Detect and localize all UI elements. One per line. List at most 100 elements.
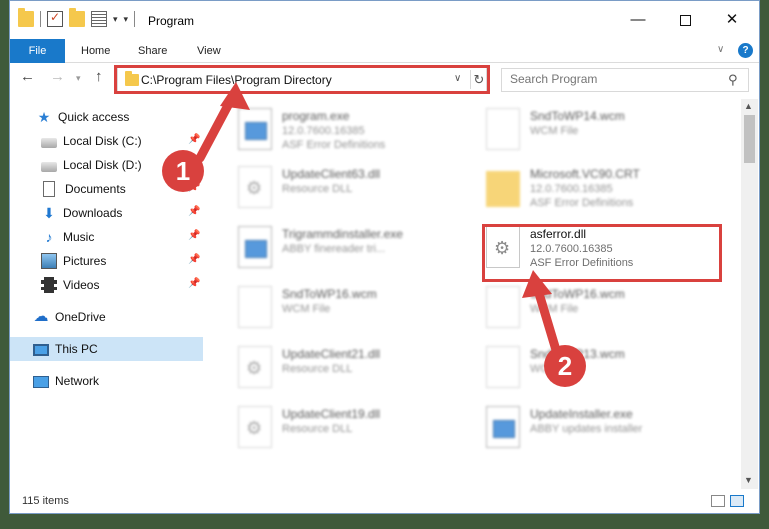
tab-home[interactable]: Home bbox=[67, 39, 124, 63]
file-description: ASF Error Definitions bbox=[282, 139, 386, 151]
file-version: 12.0.7600.16385 bbox=[282, 125, 365, 137]
videos-icon bbox=[41, 277, 57, 293]
sidebar-item-pictures[interactable]: Pictures 📌 bbox=[10, 249, 203, 273]
tab-file[interactable]: File bbox=[10, 39, 65, 63]
file-name: SndToWP16.wcm bbox=[282, 287, 377, 301]
file-item[interactable]: SndToWP13.wcm WCM File bbox=[478, 339, 723, 395]
disk-icon bbox=[41, 137, 57, 148]
tab-share[interactable]: Share bbox=[124, 39, 181, 63]
folder-icon bbox=[18, 8, 34, 27]
file-item[interactable]: SndToWP14.wcm WCM File bbox=[478, 101, 723, 157]
music-icon: ♪ bbox=[45, 229, 53, 245]
cloud-icon: ☁ bbox=[33, 308, 49, 325]
file-item[interactable]: Trigrammdinstaller.exe ABBY finereader t… bbox=[230, 219, 475, 275]
sidebar-item-network[interactable]: Network bbox=[10, 369, 203, 393]
maximize-button[interactable] bbox=[662, 9, 708, 31]
file-name: program.exe bbox=[282, 109, 350, 123]
file-name: UpdateClient63.dll bbox=[282, 167, 381, 181]
sidebar-item-label: Local Disk (C:) bbox=[63, 134, 142, 148]
help-button[interactable]: ? bbox=[738, 43, 753, 58]
ribbon-tabs: File Home Share View ∨ ? bbox=[10, 39, 759, 63]
file-version: Resource DLL bbox=[282, 183, 353, 195]
sidebar-item-downloads[interactable]: ⬇ Downloads 📌 bbox=[10, 201, 203, 225]
file-version: WCM File bbox=[282, 303, 331, 315]
sidebar-item-music[interactable]: ♪ Music 📌 bbox=[10, 225, 203, 249]
pictures-icon bbox=[41, 253, 57, 269]
item-count: 115 items bbox=[22, 495, 69, 507]
folder-icon bbox=[486, 171, 520, 207]
customize-toolbar-icon[interactable] bbox=[91, 11, 107, 27]
file-item[interactable]: UpdateClient19.dll Resource DLL bbox=[230, 399, 475, 455]
quick-access-toolbar: ▾ ▾ bbox=[18, 8, 136, 27]
properties-icon[interactable] bbox=[47, 10, 63, 27]
new-folder-icon[interactable] bbox=[69, 8, 85, 27]
dll-file-icon bbox=[238, 166, 272, 208]
minimize-button[interactable]: — bbox=[615, 9, 661, 31]
sidebar-item-label: Downloads bbox=[63, 206, 123, 220]
file-item[interactable]: UpdateInstaller.exe ABBY updates install… bbox=[478, 399, 723, 455]
title-bar: ▾ ▾ Program — ✕ bbox=[10, 1, 759, 39]
navigation-bar: ← → ▾ ↑ C:\Program Files\Program Directo… bbox=[10, 64, 759, 96]
details-view-icon[interactable] bbox=[711, 495, 725, 507]
file-item[interactable]: program.exe 12.0.7600.16385 ASF Error De… bbox=[230, 101, 475, 157]
file-item[interactable]: SndToWP16.wcm WCM File bbox=[230, 279, 475, 335]
computer-icon bbox=[33, 344, 49, 356]
customize-qat-icon[interactable]: ▾ bbox=[124, 14, 129, 25]
tab-view[interactable]: View bbox=[183, 39, 235, 63]
sidebar-item-quick-access[interactable]: ★ Quick access bbox=[10, 105, 203, 129]
recent-locations-icon[interactable]: ▾ bbox=[76, 73, 81, 84]
expand-ribbon-icon[interactable]: ∨ bbox=[717, 44, 724, 55]
file-item[interactable]: UpdateClient63.dll Resource DLL bbox=[230, 159, 475, 215]
chevron-down-icon[interactable]: ▾ bbox=[113, 14, 118, 25]
pin-icon[interactable]: 📌 bbox=[188, 230, 200, 241]
disk-icon bbox=[41, 161, 57, 172]
search-input[interactable] bbox=[510, 72, 710, 86]
file-name: Microsoft.VC90.CRT bbox=[530, 167, 640, 181]
executable-icon bbox=[238, 108, 272, 150]
pin-icon[interactable]: 📌 bbox=[188, 134, 200, 145]
toolbar-divider bbox=[134, 11, 136, 27]
file-icon bbox=[486, 108, 520, 150]
back-button[interactable]: ← bbox=[20, 68, 35, 85]
window-title: Program bbox=[148, 14, 195, 28]
forward-button[interactable]: → bbox=[50, 68, 65, 85]
status-bar: 115 items bbox=[10, 491, 759, 513]
sidebar-item-onedrive[interactable]: ☁ OneDrive bbox=[10, 305, 203, 329]
close-button[interactable]: ✕ bbox=[709, 9, 755, 31]
vertical-scrollbar[interactable]: ▲ ▼ bbox=[741, 99, 758, 489]
file-version: 12.0.7600.16385 bbox=[530, 183, 613, 195]
scroll-thumb[interactable] bbox=[744, 115, 755, 163]
network-icon bbox=[33, 376, 49, 388]
file-item[interactable]: UpdateClient21.dll Resource DLL bbox=[230, 339, 475, 395]
star-icon: ★ bbox=[37, 109, 51, 125]
file-description: ASF Error Definitions bbox=[530, 197, 634, 209]
sidebar-item-label: Music bbox=[63, 230, 95, 244]
file-version: ABBY finereader tri... bbox=[282, 243, 386, 255]
search-icon[interactable]: ⚲ bbox=[728, 72, 738, 88]
file-version: Resource DLL bbox=[282, 423, 353, 435]
file-highlight-box bbox=[482, 224, 722, 282]
file-item[interactable]: Microsoft.VC90.CRT 12.0.7600.16385 ASF E… bbox=[478, 159, 723, 215]
pin-icon[interactable]: 📌 bbox=[188, 206, 200, 217]
sidebar-item-videos[interactable]: Videos 📌 bbox=[10, 273, 203, 297]
dll-file-icon bbox=[238, 346, 272, 388]
executable-icon bbox=[486, 406, 520, 448]
file-name: Trigrammdinstaller.exe bbox=[282, 227, 403, 241]
pin-icon[interactable]: 📌 bbox=[188, 254, 200, 265]
search-box[interactable]: ⚲ bbox=[501, 68, 749, 92]
up-button[interactable]: ↑ bbox=[95, 68, 103, 85]
document-icon bbox=[43, 181, 55, 197]
file-item[interactable]: SndToWP16.wcm WCM File bbox=[478, 279, 723, 335]
scroll-up-icon[interactable]: ▲ bbox=[744, 101, 753, 111]
pin-icon[interactable]: 📌 bbox=[188, 278, 200, 289]
sidebar-item-local-disk-c[interactable]: Local Disk (C:) 📌 bbox=[10, 129, 203, 153]
scroll-down-icon[interactable]: ▼ bbox=[744, 475, 753, 485]
file-name: SndToWP14.wcm bbox=[530, 109, 625, 123]
large-icons-view-icon[interactable] bbox=[730, 495, 744, 507]
sidebar-item-label: Quick access bbox=[58, 110, 130, 124]
toolbar-divider bbox=[40, 11, 41, 27]
sidebar-item-this-pc[interactable]: This PC bbox=[10, 337, 203, 361]
file-version: Resource DLL bbox=[282, 363, 353, 375]
sidebar-item-label: Documents bbox=[65, 182, 126, 196]
step-badge-2: 2 bbox=[544, 345, 586, 387]
